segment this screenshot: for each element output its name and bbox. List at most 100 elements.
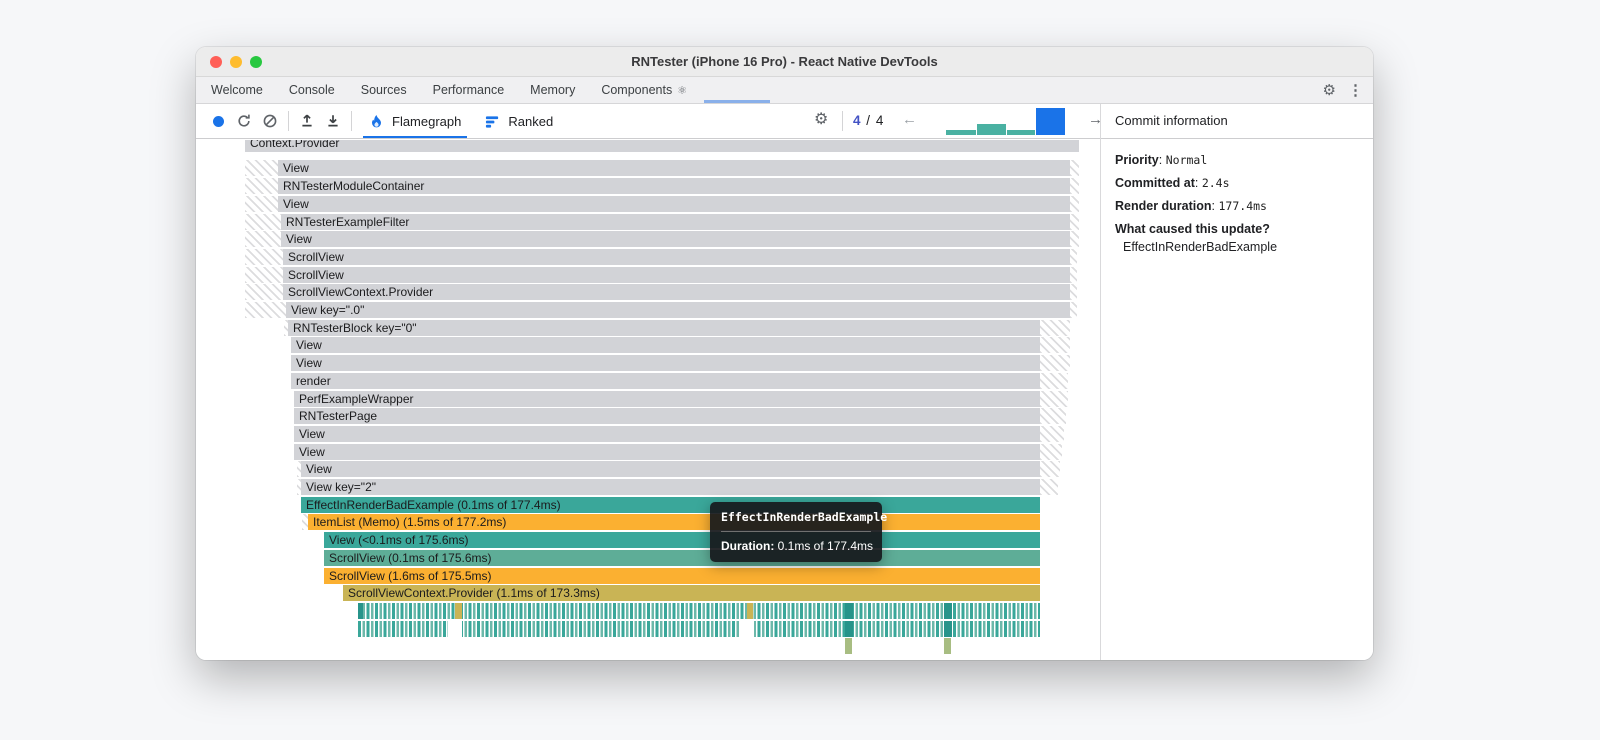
flame-node[interactable]: View [278, 195, 1070, 212]
flame-node[interactable]: RNTesterBlock key="0" [288, 319, 1040, 336]
did-not-render-hatch [1040, 390, 1068, 407]
react-atom-icon: ⚛ [677, 84, 688, 97]
did-not-render-hatch [1070, 266, 1077, 283]
commit-bar[interactable] [1007, 130, 1035, 135]
reload-and-profile-button[interactable] [231, 108, 257, 134]
flame-node[interactable]: RNTesterPage [294, 408, 1040, 425]
clear-profiling-button[interactable] [257, 108, 283, 134]
did-not-render-hatch [1070, 160, 1079, 177]
did-not-render-hatch [1040, 443, 1062, 460]
did-not-render-hatch [1040, 408, 1066, 425]
flame-node[interactable]: View [291, 337, 1040, 354]
commit-bar[interactable] [977, 124, 1006, 135]
did-not-render-hatch [245, 284, 283, 301]
commit-selector-chart[interactable] [946, 107, 1070, 135]
load-profile-button[interactable] [294, 108, 320, 134]
close-window-button[interactable] [210, 56, 222, 68]
record-button[interactable] [205, 108, 231, 134]
flame-micro-node [747, 602, 753, 619]
commit-information-panel: Commit information Priority: Normal Commi… [1101, 104, 1373, 660]
flame-node[interactable]: ScrollViewContext.Provider (1.1ms of 173… [343, 585, 1040, 602]
flame-node-label: View (<0.1ms of 175.6ms) [329, 533, 469, 548]
flame-micro-nodes-row[interactable] [358, 602, 1040, 619]
tab-label: Console [288, 83, 335, 97]
tab-label: Performance [432, 83, 505, 97]
tab-flamegraph[interactable]: Flamegraph [357, 104, 473, 138]
save-profile-button[interactable] [320, 108, 346, 134]
flame-node[interactable]: View key="2" [301, 479, 1040, 495]
flame-node[interactable]: Context.Provider [245, 140, 1079, 152]
flame-node[interactable]: View [301, 461, 1040, 478]
flame-node-label: View key="2" [306, 480, 377, 494]
flame-node[interactable]: EffectInRenderBadExample (0.1ms of 177.4… [301, 496, 1040, 513]
flame-node-label: View [283, 196, 309, 211]
commit-info-row: Priority: Normal [1115, 153, 1208, 167]
tab-console[interactable]: Console [276, 77, 348, 103]
flame-leaf-node[interactable] [845, 638, 852, 655]
flame-node-label: View [286, 232, 312, 247]
flame-node[interactable]: ScrollView (0.1ms of 175.6ms) [324, 549, 1040, 566]
profiler-settings-gear-icon[interactable]: ⚙ [814, 112, 828, 128]
more-options-kebab-icon[interactable]: ⋮ [1348, 83, 1363, 98]
flame-node[interactable]: ScrollView [283, 266, 1070, 283]
flame-node[interactable]: ScrollView [283, 248, 1070, 265]
toolbar-separator [351, 111, 352, 131]
did-not-render-hatch [1040, 355, 1070, 372]
flame-node[interactable]: ItemList (Memo) (1.5ms of 177.2ms) [308, 514, 1040, 531]
tab-welcome[interactable]: Welcome [198, 77, 276, 103]
zoom-window-button[interactable] [250, 56, 262, 68]
flame-node[interactable]: RNTesterModuleContainer [278, 178, 1070, 195]
flame-node[interactable]: View [291, 355, 1040, 372]
did-not-render-hatch [1070, 302, 1077, 318]
commit-bar[interactable] [946, 130, 976, 135]
flame-icon [372, 114, 381, 127]
previous-commit-arrow-icon[interactable]: ← [902, 111, 917, 128]
settings-gear-icon[interactable]: ⚙ [1323, 83, 1336, 98]
commit-current: 4 [853, 113, 862, 128]
tooltip-component-name: EffectInRenderBadExample [721, 510, 888, 524]
flame-node-label: View key=".0" [291, 303, 365, 317]
flame-node[interactable]: render [291, 372, 1040, 389]
flame-node[interactable]: ScrollViewContext.Provider [283, 284, 1070, 301]
flame-leaf-node[interactable] [944, 638, 951, 655]
flame-micro-node [845, 602, 853, 619]
commit-info-row: Render duration: 177.4ms [1115, 199, 1267, 213]
flame-node[interactable]: ScrollView (1.6ms of 175.5ms) [324, 567, 1040, 584]
tab-label: Memory [530, 83, 576, 97]
flame-node[interactable]: View [294, 443, 1040, 460]
minimize-window-button[interactable] [230, 56, 242, 68]
toolbar-separator [288, 111, 289, 131]
flame-micro-node [448, 620, 462, 637]
flame-node[interactable]: View (<0.1ms of 175.6ms) [324, 532, 1040, 549]
tab-ranked[interactable]: Ranked [473, 104, 565, 138]
flame-micro-node [740, 620, 754, 637]
tab-label: Welcome [211, 83, 263, 97]
flame-micro-nodes-row[interactable] [358, 620, 1040, 637]
flame-node-label: render [296, 373, 331, 388]
did-not-render-hatch [1040, 425, 1064, 442]
flame-node[interactable]: View [278, 160, 1070, 177]
flame-micro-node [944, 602, 952, 619]
flame-node-label: ItemList (Memo) (1.5ms of 177.2ms) [313, 515, 507, 530]
flame-node-label: ScrollView (1.6ms of 175.5ms) [329, 568, 492, 583]
flame-node-label: ScrollView [288, 267, 344, 282]
flame-node-label: View [299, 444, 325, 459]
flame-node-label: View [306, 462, 332, 477]
flame-node[interactable]: View [281, 231, 1070, 248]
flame-node-label: ScrollViewContext.Provider [288, 285, 434, 300]
flame-node[interactable]: PerfExampleWrapper [294, 390, 1040, 407]
flame-node[interactable]: View [294, 425, 1040, 442]
flame-node[interactable]: View key=".0" [286, 302, 1070, 318]
tab-memory[interactable]: Memory [517, 77, 588, 103]
tab-performance[interactable]: Performance [420, 77, 518, 103]
commit-bar-selected[interactable] [1036, 108, 1065, 135]
flame-micro-node [944, 620, 952, 637]
tab-profiler[interactable] [700, 77, 774, 103]
tab-components[interactable]: Components ⚛ [588, 77, 700, 103]
flame-node[interactable]: RNTesterExampleFilter [281, 213, 1070, 230]
ranked-bars-icon [486, 115, 499, 128]
did-not-render-hatch [1070, 178, 1079, 195]
tab-sources[interactable]: Sources [348, 77, 420, 103]
commit-information-title: Commit information [1101, 104, 1373, 139]
cause-value[interactable]: EffectInRenderBadExample [1123, 240, 1359, 254]
